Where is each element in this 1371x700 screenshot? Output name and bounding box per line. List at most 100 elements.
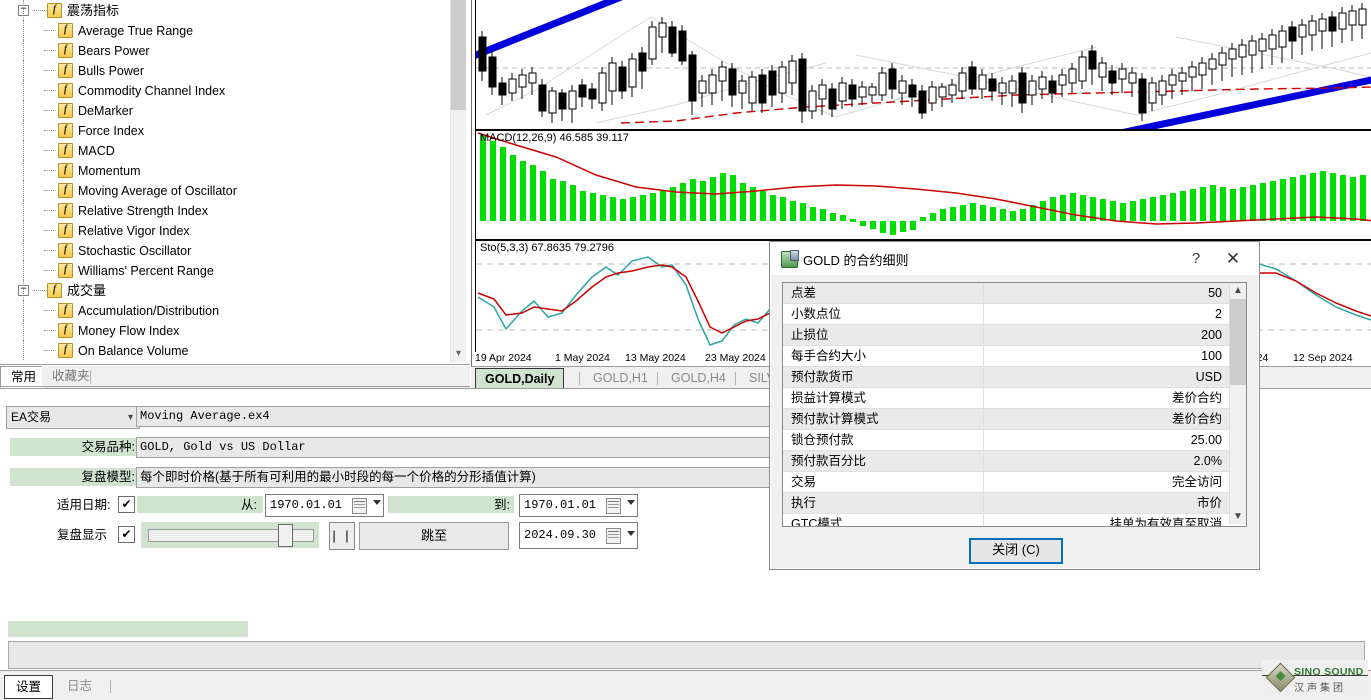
contract-spec-row[interactable]: 预付款计算模式 差价合约 [783, 409, 1246, 430]
navigator-tab-bar[interactable]: 常用 收藏夹 [0, 365, 470, 388]
time-tick: 23 May 2024 [705, 352, 766, 364]
contract-spec-table[interactable]: 点差 50 小数点位 2 止损位 200 每手合约大小 100 预付款货币 USD 损益计算模式 差价… [782, 282, 1247, 527]
contract-spec-row[interactable]: 止损位 200 [783, 325, 1246, 346]
from-label: 从: [241, 498, 257, 512]
scroll-down-icon[interactable]: ▼ [1230, 509, 1246, 524]
tree-item[interactable]: f Relative Vigor Index [0, 220, 470, 240]
chevron-down-icon[interactable] [627, 500, 635, 505]
tree-item[interactable]: f Stochastic Oscillator [0, 240, 470, 260]
tree-item[interactable]: f Bears Power [0, 40, 470, 60]
nav-tab-common[interactable]: 常用 [0, 366, 48, 388]
symbol-label: 交易品种: [10, 438, 139, 456]
speed-slider-thumb[interactable] [278, 524, 293, 547]
tree-item[interactable]: f Force Index [0, 120, 470, 140]
help-icon[interactable]: ? [1185, 248, 1207, 270]
navigator-tree[interactable]: − f 震荡指标 f Average True Range f Bears Power f Bu… [0, 0, 470, 360]
contract-spec-row[interactable]: 预付款百分比 2.0% [783, 451, 1246, 472]
dialog-title-bar[interactable]: GOLD 的合约细则 ? ✕ [770, 242, 1259, 275]
close-icon[interactable]: ✕ [1221, 248, 1245, 270]
tree-item[interactable]: f Bulls Power [0, 60, 470, 80]
tree-item[interactable]: f On Balance Volume [0, 340, 470, 360]
tree-item-label: Stochastic Oscillator [78, 243, 192, 258]
tree-item[interactable]: f Money Flow Index [0, 320, 470, 340]
contract-spec-row[interactable]: 交易 完全访问 [783, 472, 1246, 493]
tree-group-0[interactable]: − f 震荡指标 [0, 0, 470, 20]
calendar-icon[interactable] [352, 498, 367, 514]
model-label: 复盘模型: [10, 468, 139, 486]
tree-item[interactable]: f Relative Strength Index [0, 200, 470, 220]
contract-specification-dialog[interactable]: GOLD 的合约细则 ? ✕ 点差 50 小数点位 2 止损位 200 每手合约大小 100 预… [769, 241, 1260, 570]
contract-spec-value: 200 [1201, 328, 1222, 342]
function-icon: f [58, 63, 73, 79]
tree-item-label: On Balance Volume [78, 343, 189, 358]
scroll-up-icon[interactable]: ▲ [1230, 283, 1246, 298]
navigator-scrollbar[interactable]: ▾ [450, 0, 466, 362]
dialog-scrollbar-thumb[interactable] [1230, 299, 1246, 385]
contract-spec-key: 预付款货币 [783, 367, 984, 387]
skip-date-input[interactable]: 2024.09.30 [519, 522, 638, 549]
tree-item[interactable]: f Moving Average of Oscillator [0, 180, 470, 200]
pause-button[interactable]: | | [329, 522, 355, 550]
contract-spec-value: 完全访问 [1171, 475, 1222, 489]
tree-item[interactable]: f Williams' Percent Range [0, 260, 470, 280]
log-pane[interactable] [8, 641, 1365, 669]
chart-tab-gold-h1[interactable]: GOLD,H1 [584, 368, 657, 388]
contract-spec-row[interactable]: 点差 50 [783, 283, 1246, 304]
chart-pane-macd[interactable]: MACD(12,26,9) 46.585 39.117 [475, 130, 1371, 240]
contract-spec-row[interactable]: 小数点位 2 [783, 304, 1246, 325]
contract-spec-row[interactable]: 执行 市价 [783, 493, 1246, 514]
use-date-checkbox[interactable]: ✔ [118, 496, 135, 513]
calendar-icon[interactable] [606, 498, 621, 514]
contract-spec-key: 止损位 [783, 325, 984, 345]
visual-mode-checkbox[interactable]: ✔ [118, 526, 135, 543]
bottom-tab-journal[interactable]: 日志 [56, 675, 103, 697]
chart-pane-price[interactable] [475, 0, 1371, 130]
tree-item[interactable]: f Momentum [0, 160, 470, 180]
function-icon: f [58, 163, 73, 179]
contract-spec-row[interactable]: 损益计算模式 差价合约 [783, 388, 1246, 409]
chart-tab-gold-daily[interactable]: GOLD,Daily [475, 368, 565, 390]
chevron-down-icon[interactable]: ▾ [128, 407, 133, 428]
tree-item[interactable]: f Accumulation/Distribution [0, 300, 470, 320]
tree-group-1[interactable]: − f 成交量 [0, 280, 470, 300]
skip-to-button[interactable]: 跳至 [359, 522, 509, 550]
scroll-down-icon[interactable]: ▾ [451, 346, 466, 362]
use-date-label: 适用日期: [57, 498, 111, 512]
function-icon: f [58, 223, 73, 239]
diamond-icon [1265, 662, 1296, 693]
tester-mode-select[interactable]: EA交易 ▾ [6, 406, 140, 429]
chart-tab-gold-h4[interactable]: GOLD,H4 [662, 368, 735, 388]
dialog-scrollbar[interactable]: ▲ ▼ [1229, 283, 1246, 524]
navigator-panel[interactable]: − f 震荡指标 f Average True Range f Bears Power f Bu… [0, 0, 470, 365]
function-icon: f [47, 3, 62, 19]
chevron-down-icon[interactable] [627, 531, 635, 536]
tree-item-label: Money Flow Index [78, 323, 180, 338]
calendar-icon[interactable] [606, 528, 621, 544]
chevron-down-icon[interactable] [373, 500, 381, 505]
from-date-input[interactable]: 1970.01.01 [265, 494, 384, 517]
logo-text-cn: 汉声集团 [1294, 683, 1346, 694]
to-date-input[interactable]: 1970.01.01 [519, 494, 638, 517]
contract-spec-value: 50 [1208, 286, 1222, 300]
tree-item[interactable]: f DeMarker [0, 100, 470, 120]
contract-spec-row[interactable]: GTC模式 挂单为有效直至取消 [783, 514, 1246, 526]
bottom-tab-settings[interactable]: 设置 [4, 675, 54, 699]
contract-spec-row[interactable]: 锁仓预付款 25.00 [783, 430, 1246, 451]
nav-tab-separator [90, 370, 91, 384]
bottom-tab-bar[interactable]: 设置 日志 [0, 670, 1371, 700]
contract-spec-row[interactable]: 每手合约大小 100 [783, 346, 1246, 367]
close-button[interactable]: 关闭 (C) [969, 538, 1063, 564]
function-icon: f [58, 183, 73, 199]
dialog-title: GOLD 的合约细则 [803, 253, 909, 268]
contract-spec-row[interactable]: 预付款货币 USD [783, 367, 1246, 388]
tree-item[interactable]: f Commodity Channel Index [0, 80, 470, 100]
macd-chart-svg [477, 132, 1371, 235]
tester-mode-value: EA交易 [11, 410, 52, 424]
stochastic-pane-label: Sto(5,3,3) 67.8635 79.2796 [480, 242, 614, 254]
contract-spec-key: 预付款计算模式 [783, 409, 984, 429]
tree-item[interactable]: f MACD [0, 140, 470, 160]
tree-item[interactable]: f Average True Range [0, 20, 470, 40]
tree-group-label: 成交量 [67, 282, 107, 298]
navigator-scrollbar-thumb[interactable] [451, 0, 466, 110]
contract-spec-value: USD [1195, 370, 1222, 384]
